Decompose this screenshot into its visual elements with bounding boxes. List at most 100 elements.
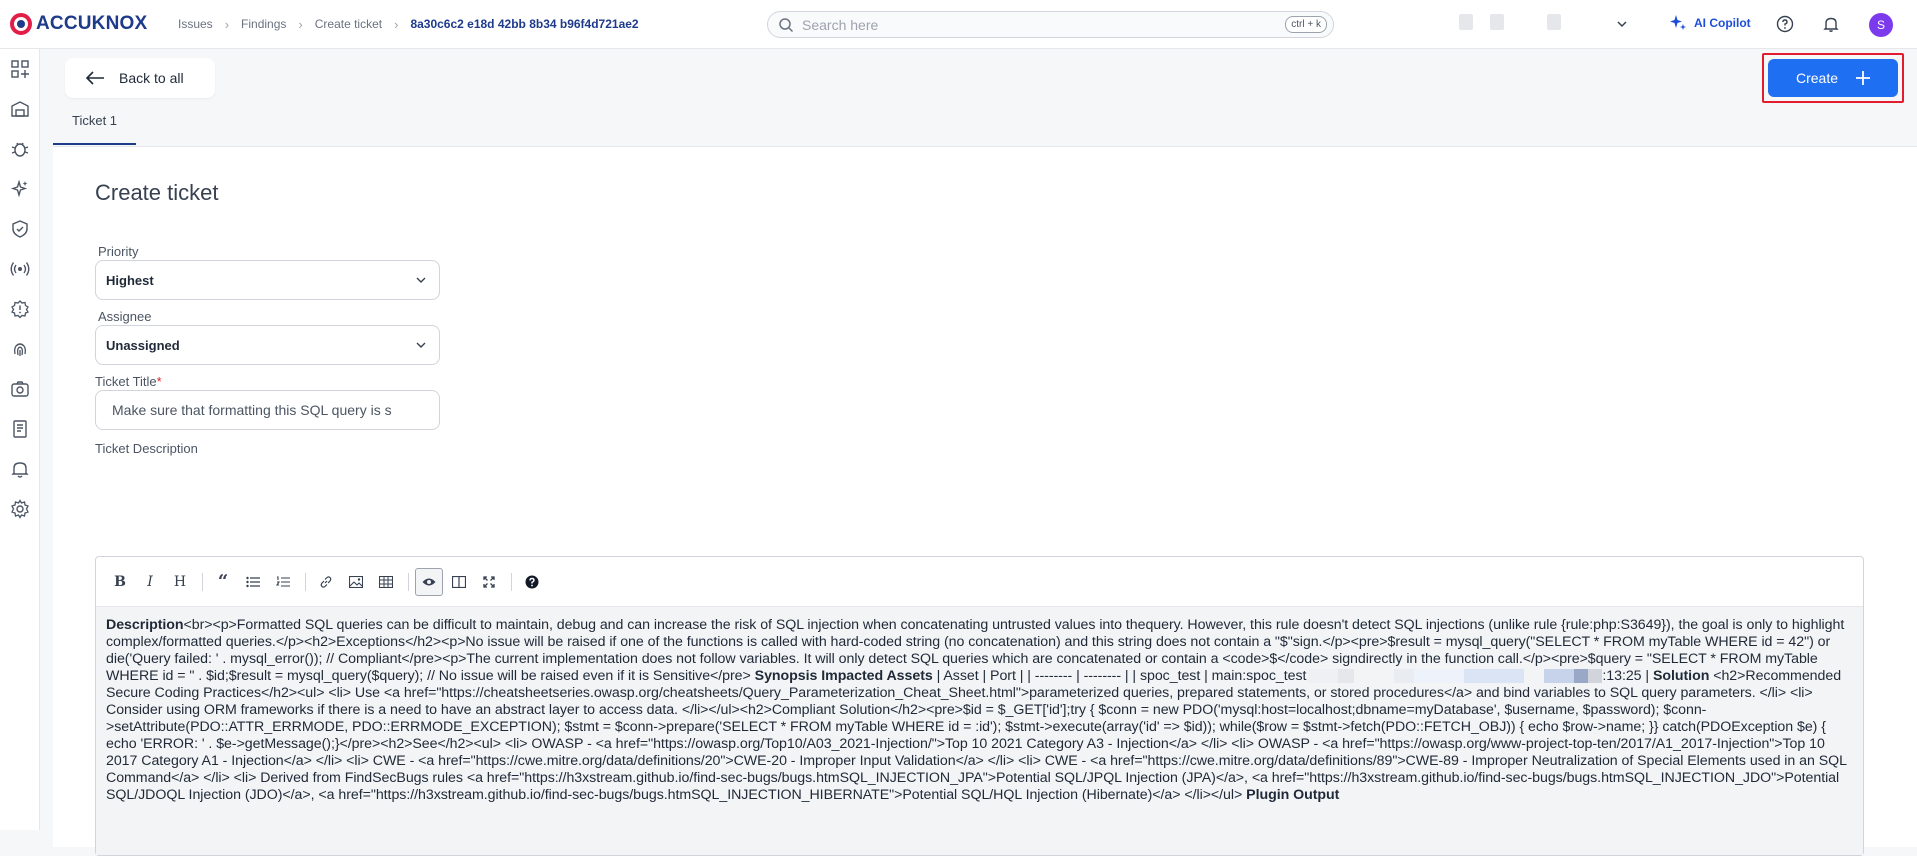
search-input[interactable] xyxy=(802,16,1286,33)
breadcrumb-issues[interactable]: Issues xyxy=(178,17,213,31)
image-icon[interactable] xyxy=(342,568,370,596)
breadcrumb-create-ticket[interactable]: Create ticket xyxy=(315,17,382,31)
help-icon[interactable] xyxy=(1776,15,1794,33)
logo[interactable]: ACCUKNOX xyxy=(10,13,158,35)
redacted-block xyxy=(1588,669,1603,684)
main-content: Back to all Create Ticket 1 Create ticke… xyxy=(40,49,1917,856)
redacted-block xyxy=(1394,669,1415,684)
tab-ticket-1[interactable]: Ticket 1 xyxy=(53,105,137,145)
toolbar-divider xyxy=(305,572,306,591)
redacted-block xyxy=(1547,14,1561,30)
report-icon[interactable] xyxy=(10,419,30,439)
bug-icon[interactable] xyxy=(10,139,30,159)
dashboard-icon[interactable] xyxy=(10,59,30,79)
solution-heading: Solution xyxy=(1652,668,1710,684)
page-title: Create ticket xyxy=(95,180,219,205)
ai-copilot-button[interactable]: AI Copilot xyxy=(1668,13,1751,33)
shield-check-icon[interactable] xyxy=(10,219,30,239)
assignee-select[interactable]: Unassigned xyxy=(95,325,440,365)
ticket-description-content[interactable]: Description<br><p>Formatted SQL queries … xyxy=(96,607,1863,855)
markdown-guide-icon[interactable] xyxy=(518,568,546,596)
unordered-list-icon[interactable] xyxy=(239,568,267,596)
editor-toolbar: B I H “ xyxy=(96,557,1863,607)
priority-value: Highest xyxy=(106,272,154,288)
arrow-left-icon xyxy=(85,71,104,85)
tab-bar: Ticket 1 xyxy=(53,105,137,145)
description-text-part3: :13:25 | xyxy=(1602,668,1650,684)
fullscreen-icon[interactable] xyxy=(475,568,503,596)
table-icon[interactable] xyxy=(372,568,400,596)
redacted-block xyxy=(1544,669,1575,684)
breadcrumb-current: 8a30c6c2 e18d 42bb 8b34 b96f4d721ae2 xyxy=(410,17,639,31)
notification-bell-icon[interactable] xyxy=(10,459,30,479)
toolbar-divider xyxy=(202,572,203,591)
breadcrumb-findings[interactable]: Findings xyxy=(241,17,286,31)
logo-mark-icon xyxy=(10,13,32,35)
quote-icon[interactable]: “ xyxy=(209,568,237,596)
chevron-right-icon: › xyxy=(298,16,303,32)
search-icon xyxy=(779,17,794,32)
bell-icon[interactable] xyxy=(1822,15,1840,33)
italic-icon[interactable]: I xyxy=(136,568,164,596)
side-by-side-icon[interactable] xyxy=(445,568,473,596)
toolbar-divider xyxy=(511,572,512,591)
markdown-editor: B I H “ Description<br><p>Formatted SQL … xyxy=(95,556,1864,856)
chevron-down-icon xyxy=(416,342,426,348)
ai-copilot-label: AI Copilot xyxy=(1694,16,1751,30)
priority-select[interactable]: Highest xyxy=(95,260,440,300)
redacted-block xyxy=(1338,669,1355,684)
compliance-icon[interactable] xyxy=(10,379,30,399)
bold-icon[interactable]: B xyxy=(106,568,134,596)
redacted-block xyxy=(1459,14,1473,30)
required-marker: * xyxy=(156,374,162,389)
redacted-block xyxy=(1464,669,1525,684)
logo-text: ACCUKNOX xyxy=(36,13,148,34)
settings-gear-icon[interactable] xyxy=(10,499,30,519)
synopsis-heading: Synopsis Impacted Assets xyxy=(754,668,933,684)
ticket-title-label: Ticket Title* xyxy=(95,374,162,389)
ticket-title-input[interactable]: Make sure that formatting this SQL query… xyxy=(95,390,440,430)
fingerprint-icon[interactable] xyxy=(10,339,30,359)
alert-badge-icon[interactable] xyxy=(10,299,30,319)
search-shortcut-badge: ctrl + k xyxy=(1285,16,1327,33)
redacted-block xyxy=(1574,669,1589,684)
priority-label: Priority xyxy=(98,244,139,259)
create-button[interactable]: Create xyxy=(1768,59,1898,97)
chevron-down-icon[interactable] xyxy=(1614,16,1630,32)
create-ticket-panel: Create ticket Priority Highest Assignee … xyxy=(53,147,1917,856)
inventory-icon[interactable] xyxy=(10,99,30,119)
redacted-block xyxy=(1308,669,1339,684)
description-text-part4: <h2>Recommended Secure Coding Practices<… xyxy=(106,668,1847,803)
redacted-block xyxy=(1354,669,1395,684)
chevron-down-icon xyxy=(416,277,426,283)
sparkle-icon xyxy=(1670,15,1686,30)
heading-icon[interactable]: H xyxy=(166,568,194,596)
link-icon[interactable] xyxy=(312,568,340,596)
ticket-title-label-text: Ticket Title xyxy=(95,374,157,389)
back-to-all-label: Back to all xyxy=(119,70,184,86)
redacted-block xyxy=(1524,669,1545,684)
description-heading: Description xyxy=(106,617,184,633)
broadcast-icon[interactable] xyxy=(10,259,30,279)
plus-icon xyxy=(1856,71,1871,85)
redacted-block xyxy=(1414,669,1465,684)
chevron-right-icon: › xyxy=(224,16,230,32)
plugin-output-heading: Plugin Output xyxy=(1246,787,1340,803)
assignee-label: Assignee xyxy=(98,309,152,324)
create-button-highlight: Create xyxy=(1762,53,1904,103)
sidebar xyxy=(0,49,40,830)
avatar[interactable]: S xyxy=(1869,13,1893,37)
breadcrumb: Issues › Findings › Create ticket › 8a30… xyxy=(178,17,639,32)
toolbar-divider xyxy=(408,572,409,591)
ticket-description-label: Ticket Description xyxy=(95,441,198,456)
create-button-label: Create xyxy=(1795,70,1839,86)
ordered-list-icon[interactable] xyxy=(269,568,297,596)
ai-sparkle-icon[interactable] xyxy=(10,179,30,199)
search-bar[interactable]: ctrl + k xyxy=(767,11,1334,38)
assignee-value: Unassigned xyxy=(106,337,180,353)
description-text-part2: | Asset | Port | | -------- | -------- |… xyxy=(936,668,1307,684)
redacted-block xyxy=(1490,14,1504,30)
preview-eye-icon[interactable] xyxy=(415,567,443,596)
back-to-all-button[interactable]: Back to all xyxy=(65,58,215,98)
chevron-right-icon: › xyxy=(394,16,399,32)
